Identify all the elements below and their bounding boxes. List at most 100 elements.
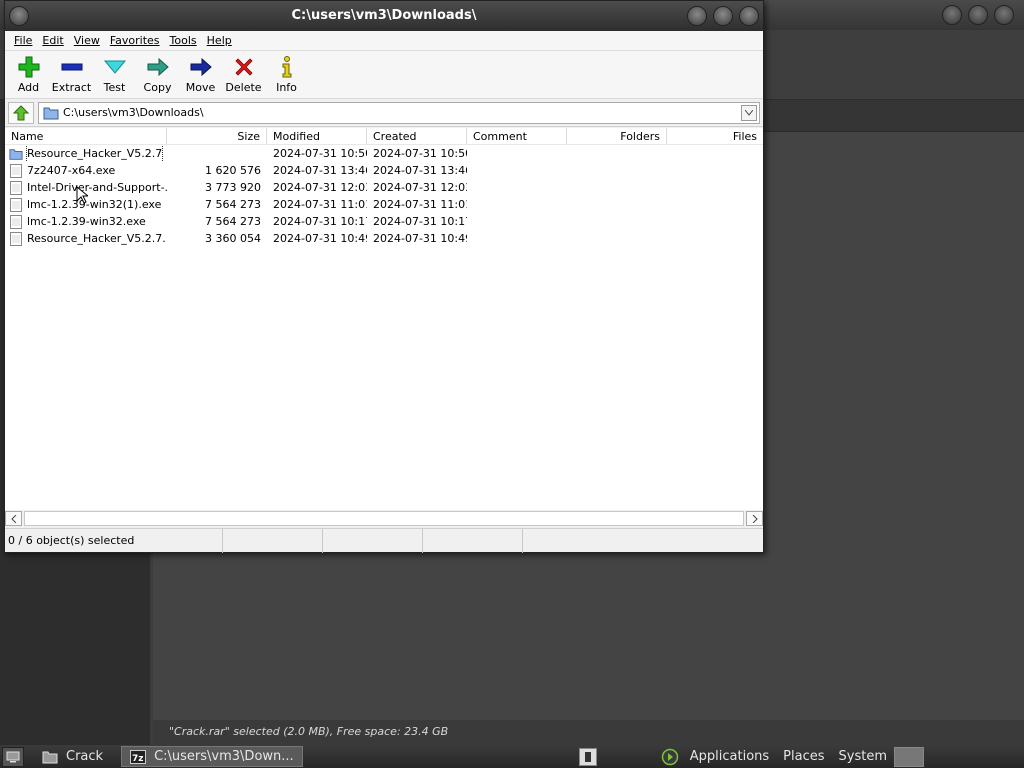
up-folder-button[interactable] [8, 101, 34, 124]
file-name: Resource_Hacker_V5.2.7 [25, 145, 164, 162]
column-header-modified[interactable]: Modified [267, 128, 367, 144]
delete-label: Delete [225, 81, 262, 94]
path-field[interactable]: C:\users\vm3\Downloads\ [38, 101, 760, 124]
toolbar: Add Extract Test Copy Move Delete Info [5, 51, 763, 99]
chevron-right-icon [752, 514, 758, 523]
menu-help[interactable]: Help [202, 34, 237, 47]
file-list[interactable]: Name Size Modified Created Comment Folde… [5, 128, 763, 510]
menu-favorites-label: Favorites [109, 34, 160, 47]
task-7zip[interactable]: 7z C:\users\vm3\Down... [121, 746, 303, 767]
7zip-window: C:\users\vm3\Downloads\ File Edit View F… [4, 0, 764, 553]
workspace-switcher[interactable] [894, 746, 924, 767]
show-desktop-button[interactable] [2, 746, 24, 767]
taskbar: Crack 7z C:\users\vm3\Down... Applicatio… [0, 745, 1024, 768]
file-size: 7 564 273 [205, 198, 261, 211]
folder-icon [9, 148, 23, 160]
file-size: 1 620 576 [205, 164, 261, 177]
file-created: 2024-07-31 10:50 [373, 147, 467, 160]
delete-icon [234, 58, 253, 76]
column-header-files[interactable]: Files [667, 128, 763, 144]
menu-view[interactable]: View [69, 34, 105, 47]
background-close-button[interactable] [994, 5, 1014, 25]
move-button[interactable]: Move [179, 51, 222, 97]
task-crack[interactable]: Crack [34, 746, 111, 767]
menu-tools-label: Tools [169, 34, 197, 47]
column-header-name[interactable]: Name [5, 128, 167, 144]
background-maximize-button[interactable] [968, 5, 988, 25]
file-modified: 2024-07-31 10:49 [273, 232, 367, 245]
background-window-controls [942, 5, 1014, 25]
mouse-cursor-icon [76, 186, 88, 204]
window-titlebar[interactable]: C:\users\vm3\Downloads\ [5, 1, 763, 31]
file-modified: 2024-07-31 11:01 [273, 198, 367, 211]
menu-edit-label: Edit [42, 34, 64, 47]
clipboard-icon[interactable] [578, 747, 597, 766]
info-icon [282, 56, 291, 78]
menu-file[interactable]: File [9, 34, 37, 47]
table-row[interactable]: lmc-1.2.39-win32.exe 7 564 273 2024-07-3… [5, 213, 763, 230]
add-label: Add [17, 81, 40, 94]
table-row[interactable]: Resource_Hacker_V5.2.7 2024-07-31 10:50 … [5, 145, 763, 162]
file-icon [10, 197, 22, 212]
scroll-track[interactable] [24, 511, 744, 526]
system-menu[interactable]: System [832, 749, 894, 764]
menu-help-label: Help [206, 34, 232, 47]
file-name-cell: lmc-1.2.39-win32.exe [5, 213, 167, 230]
menu-favorites[interactable]: Favorites [105, 34, 165, 47]
svg-text:7z: 7z [132, 754, 144, 764]
copy-icon [147, 57, 169, 77]
background-minimize-button[interactable] [942, 5, 962, 25]
column-header-folders[interactable]: Folders [567, 128, 667, 144]
info-button[interactable]: Info [265, 51, 308, 97]
test-icon [103, 60, 126, 74]
background-status-text: "Crack.rar" selected (2.0 MB), Free spac… [153, 720, 1024, 745]
add-button[interactable]: Add [7, 51, 50, 97]
info-label: Info [276, 81, 297, 94]
window-menu-button[interactable] [9, 6, 29, 26]
table-row[interactable]: 7z2407-x64.exe 1 620 576 2024-07-31 13:4… [5, 162, 763, 179]
column-header-comment[interactable]: Comment [467, 128, 567, 144]
menu-edit[interactable]: Edit [37, 34, 68, 47]
path-dropdown-button[interactable] [741, 104, 757, 121]
column-header-created[interactable]: Created [367, 128, 467, 144]
file-icon [10, 214, 22, 229]
scroll-right-button[interactable] [746, 511, 763, 526]
folder-icon [43, 107, 59, 119]
minimize-button[interactable] [687, 6, 707, 26]
applications-menu[interactable]: Applications [683, 749, 776, 764]
extract-button[interactable]: Extract [50, 51, 93, 97]
file-created: 2024-07-31 11:01 [373, 198, 467, 211]
table-row[interactable]: Intel-Driver-and-Support-... 3 773 920 2… [5, 179, 763, 196]
scroll-left-button[interactable] [5, 511, 22, 526]
file-modified: 2024-07-31 13:46 [273, 164, 367, 177]
file-name-cell: Resource_Hacker_V5.2.7 [5, 145, 167, 162]
maximize-button[interactable] [713, 6, 733, 26]
table-row[interactable]: Resource_Hacker_V5.2.7... 3 360 054 2024… [5, 230, 763, 247]
task-7zip-label: C:\users\vm3\Down... [154, 749, 294, 764]
add-icon [18, 56, 39, 78]
column-header-size[interactable]: Size [167, 128, 267, 144]
move-label: Move [185, 81, 216, 94]
menu-tools[interactable]: Tools [165, 34, 202, 47]
up-arrow-icon [13, 104, 29, 120]
file-created: 2024-07-31 12:03 [373, 181, 467, 194]
file-name: Intel-Driver-and-Support-... [27, 181, 167, 194]
file-modified: 2024-07-31 10:17 [273, 215, 367, 228]
table-row[interactable]: lmc-1.2.39-win32(1).exe 7 564 273 2024-0… [5, 196, 763, 213]
delete-button[interactable]: Delete [222, 51, 265, 97]
desktop-icon [6, 751, 20, 762]
test-button[interactable]: Test [93, 51, 136, 97]
file-modified: 2024-07-31 10:50 [273, 147, 367, 160]
copy-button[interactable]: Copy [136, 51, 179, 97]
places-menu[interactable]: Places [776, 749, 831, 764]
file-icon [10, 180, 22, 195]
horizontal-scrollbar[interactable] [5, 510, 763, 527]
menu-file-label: File [14, 34, 33, 47]
folder-icon [42, 751, 58, 763]
status-selection: 0 / 6 object(s) selected [5, 529, 223, 553]
file-name-cell: 7z2407-x64.exe [5, 162, 167, 179]
window-controls [687, 6, 759, 26]
7zip-icon: 7z [130, 749, 147, 764]
file-size: 7 564 273 [205, 215, 261, 228]
close-button[interactable] [739, 6, 759, 26]
